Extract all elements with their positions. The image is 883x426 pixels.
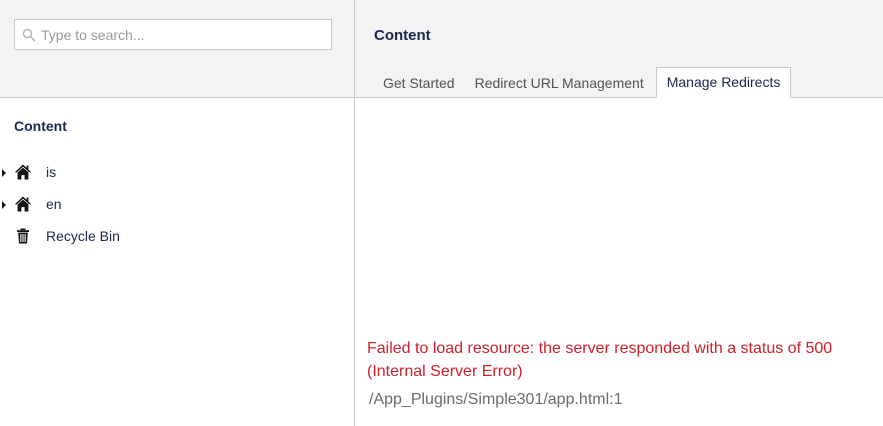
- tree-item-is[interactable]: is: [0, 157, 354, 189]
- expand-caret-icon[interactable]: [2, 201, 6, 209]
- page-title: Content: [374, 27, 431, 44]
- editor-header: Content Get Started Redirect URL Managem…: [355, 0, 883, 98]
- home-icon: [14, 195, 32, 213]
- search-icon: [17, 20, 41, 49]
- tab-manage-redirects[interactable]: Manage Redirects: [655, 67, 792, 98]
- trash-icon: [14, 227, 32, 245]
- error-path: /App_Plugins/Simple301/app.html:1: [369, 391, 623, 408]
- tree-list: is en Recycle Bin: [0, 157, 354, 253]
- content-tree: Content is en Recycle Bin: [0, 98, 354, 426]
- tree-header: [0, 0, 354, 98]
- tree-item-label: is: [46, 164, 57, 180]
- tab-redirect-url-management[interactable]: Redirect URL Management: [465, 69, 654, 98]
- tree-item-en[interactable]: en: [0, 189, 354, 221]
- error-message: Failed to load resource: the server resp…: [367, 340, 833, 380]
- tree-title: Content: [14, 118, 67, 134]
- tab-bar: Get Started Redirect URL Management Mana…: [373, 67, 792, 98]
- expand-caret-icon[interactable]: [2, 169, 6, 177]
- tab-get-started[interactable]: Get Started: [373, 69, 465, 98]
- search-box[interactable]: [14, 19, 332, 50]
- search-input[interactable]: [41, 26, 321, 43]
- tree-item-label: Recycle Bin: [46, 228, 120, 244]
- home-icon: [14, 163, 32, 181]
- tree-item-label: en: [46, 196, 62, 212]
- editor-body: Failed to load resource: the server resp…: [355, 98, 883, 426]
- tree-item-recycle-bin[interactable]: Recycle Bin: [0, 221, 354, 253]
